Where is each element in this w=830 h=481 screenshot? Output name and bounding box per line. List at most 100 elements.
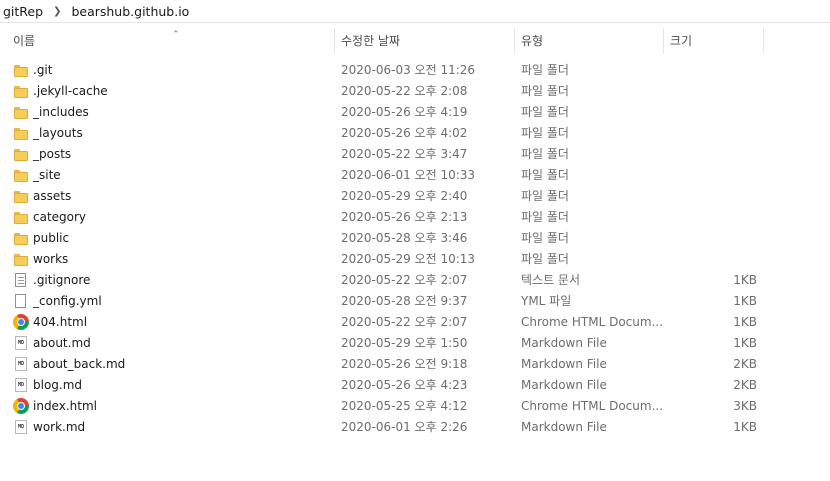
file-size bbox=[700, 60, 757, 81]
file-size: 3KB bbox=[733, 399, 757, 413]
file-date-modified: 2020-05-22 오후 2:07 bbox=[341, 273, 468, 287]
file-type: 파일 폴더 bbox=[521, 84, 569, 98]
file-date-modified: 2020-05-28 오후 3:46 bbox=[341, 231, 468, 245]
file-row[interactable]: .git 2020-06-03 오전 11:26 파일 폴더 bbox=[0, 60, 830, 81]
file-name: .jekyll-cache bbox=[33, 84, 108, 98]
file-date-modified: 2020-05-22 오후 3:47 bbox=[341, 147, 468, 161]
file-name: 404.html bbox=[33, 315, 88, 329]
folder-icon bbox=[13, 147, 29, 162]
file-type: 파일 폴더 bbox=[521, 126, 569, 140]
file-size: 1KB bbox=[733, 315, 757, 329]
file-name: _layouts bbox=[33, 126, 83, 140]
chrome-icon bbox=[13, 314, 29, 330]
file-size bbox=[700, 81, 757, 102]
folder-icon bbox=[13, 126, 29, 141]
column-header-row: 이름 ⌃ 수정한 날짜 유형 크기 bbox=[0, 28, 830, 54]
file-type: Markdown File bbox=[521, 336, 607, 350]
markdown-file-icon: MD bbox=[15, 336, 27, 350]
file-row[interactable]: MD about_back.md 2020-05-26 오전 9:18 Markdow… bbox=[0, 354, 830, 375]
file-name: index.html bbox=[33, 399, 97, 413]
file-date-modified: 2020-06-03 오전 11:26 bbox=[341, 63, 476, 77]
markdown-file-icon: MD bbox=[15, 420, 27, 434]
file-size: 1KB bbox=[733, 273, 757, 287]
file-size bbox=[700, 186, 757, 207]
file-size: 2KB bbox=[733, 378, 757, 392]
file-size: 1KB bbox=[733, 336, 757, 350]
file-row[interactable]: assets 2020-05-29 오후 2:40 파일 폴더 bbox=[0, 186, 830, 207]
file-type: 파일 폴더 bbox=[521, 189, 569, 203]
file-type: 파일 폴더 bbox=[521, 252, 569, 266]
column-header-type[interactable]: 유형 bbox=[515, 28, 664, 54]
file-date-modified: 2020-05-22 오후 2:08 bbox=[341, 84, 468, 98]
file-name: .git bbox=[33, 63, 53, 77]
file-date-modified: 2020-06-01 오후 2:26 bbox=[341, 420, 468, 434]
file-size bbox=[700, 102, 757, 123]
file-name: .gitignore bbox=[33, 273, 91, 287]
file-row[interactable]: works 2020-05-29 오전 10:13 파일 폴더 bbox=[0, 249, 830, 270]
file-row[interactable]: _site 2020-06-01 오전 10:33 파일 폴더 bbox=[0, 165, 830, 186]
file-size bbox=[700, 207, 757, 228]
folder-icon bbox=[13, 168, 29, 183]
file-row[interactable]: .gitignore 2020-05-22 오후 2:07 텍스트 문서 1KB bbox=[0, 270, 830, 291]
file-name: public bbox=[33, 231, 70, 245]
file-row[interactable]: category 2020-05-26 오후 2:13 파일 폴더 bbox=[0, 207, 830, 228]
folder-icon bbox=[13, 231, 29, 246]
file-type: YML 파일 bbox=[521, 294, 572, 308]
file-type: 파일 폴더 bbox=[521, 63, 569, 77]
folder-icon bbox=[13, 189, 29, 204]
file-row[interactable]: index.html 2020-05-25 오후 4:12 Chrome HTML … bbox=[0, 396, 830, 417]
file-type: Markdown File bbox=[521, 378, 607, 392]
file-name: _posts bbox=[33, 147, 72, 161]
file-type: 파일 폴더 bbox=[521, 147, 569, 161]
file-date-modified: 2020-05-29 오후 2:40 bbox=[341, 189, 468, 203]
file-name: category bbox=[33, 210, 87, 224]
folder-icon bbox=[13, 63, 29, 78]
file-row[interactable]: 404.html 2020-05-22 오후 2:07 Chrome HTML Do… bbox=[0, 312, 830, 333]
folder-icon bbox=[13, 105, 29, 120]
file-name: assets bbox=[33, 189, 72, 203]
file-size: 2KB bbox=[733, 357, 757, 371]
file-row[interactable]: .jekyll-cache 2020-05-22 오후 2:08 파일 폴더 bbox=[0, 81, 830, 102]
file-date-modified: 2020-05-26 오후 2:13 bbox=[341, 210, 468, 224]
file-row[interactable]: public 2020-05-28 오후 3:46 파일 폴더 bbox=[0, 228, 830, 249]
file-name: _site bbox=[33, 168, 61, 182]
breadcrumb-item-gitrep[interactable]: gitRep bbox=[0, 4, 47, 19]
file-row[interactable]: MD about.md 2020-05-29 오후 1:50 Markdown Fil… bbox=[0, 333, 830, 354]
file-type: 파일 폴더 bbox=[521, 231, 569, 245]
file-row[interactable]: MD blog.md 2020-05-26 오후 4:23 Markdown File… bbox=[0, 375, 830, 396]
file-row[interactable]: _posts 2020-05-22 오후 3:47 파일 폴더 bbox=[0, 144, 830, 165]
breadcrumb: gitRep ❯ bearshub.github.io bbox=[0, 0, 830, 23]
file-row[interactable]: _config.yml 2020-05-28 오전 9:37 YML 파일 1KB bbox=[0, 291, 830, 312]
text-file-icon bbox=[15, 273, 26, 287]
file-type: 파일 폴더 bbox=[521, 105, 569, 119]
column-header-size[interactable]: 크기 bbox=[664, 28, 764, 54]
file-type: Markdown File bbox=[521, 357, 607, 371]
file-type: Markdown File bbox=[521, 420, 607, 434]
breadcrumb-item-current-folder[interactable]: bearshub.github.io bbox=[67, 4, 193, 19]
file-size bbox=[700, 123, 757, 144]
file-size bbox=[700, 144, 757, 165]
file-row[interactable]: _includes 2020-05-26 오후 4:19 파일 폴더 bbox=[0, 102, 830, 123]
column-header-name-label: 이름 bbox=[13, 34, 36, 48]
file-list: .git 2020-06-03 오전 11:26 파일 폴더 .jekyll-cach… bbox=[0, 60, 830, 438]
column-header-date-label: 수정한 날짜 bbox=[341, 34, 401, 48]
file-row[interactable]: _layouts 2020-05-26 오후 4:02 파일 폴더 bbox=[0, 123, 830, 144]
column-header-name[interactable]: 이름 ⌃ bbox=[7, 28, 335, 54]
file-name: works bbox=[33, 252, 69, 266]
file-name: _includes bbox=[33, 105, 89, 119]
column-header-date[interactable]: 수정한 날짜 bbox=[335, 28, 515, 54]
folder-icon bbox=[13, 84, 29, 99]
file-icon bbox=[15, 294, 26, 308]
file-name: blog.md bbox=[33, 378, 83, 392]
file-date-modified: 2020-05-26 오전 9:18 bbox=[341, 357, 468, 371]
file-name: work.md bbox=[33, 420, 86, 434]
file-name: _config.yml bbox=[33, 294, 102, 308]
file-date-modified: 2020-06-01 오전 10:33 bbox=[341, 168, 476, 182]
chevron-right-icon[interactable]: ❯ bbox=[47, 6, 67, 17]
column-header-size-label: 크기 bbox=[670, 34, 693, 48]
file-date-modified: 2020-05-25 오후 4:12 bbox=[341, 399, 468, 413]
file-type: 파일 폴더 bbox=[521, 168, 569, 182]
file-date-modified: 2020-05-28 오전 9:37 bbox=[341, 294, 468, 308]
markdown-file-icon: MD bbox=[15, 357, 27, 371]
file-row[interactable]: MD work.md 2020-06-01 오후 2:26 Markdown File… bbox=[0, 417, 830, 438]
